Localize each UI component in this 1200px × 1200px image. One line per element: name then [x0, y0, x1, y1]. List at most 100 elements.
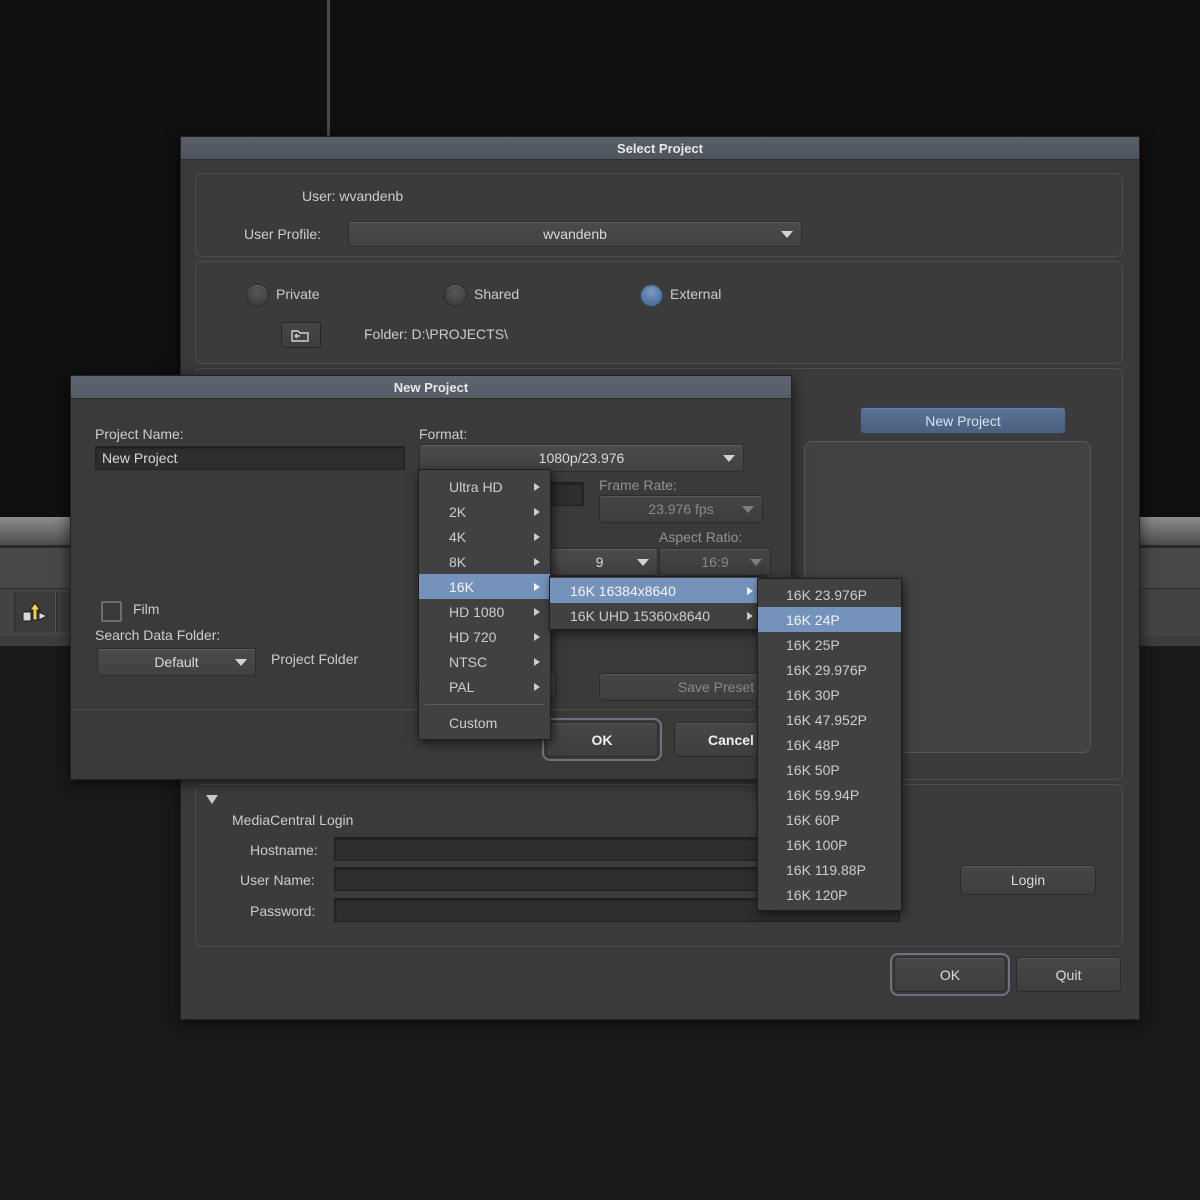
framerate-item-100p[interactable]: 16K 100P: [758, 832, 901, 857]
mediacentral-login-group: MediaCentral Login Hostname: User Name: …: [195, 784, 1123, 947]
frame-rate-select: 23.976 fps: [599, 495, 763, 523]
project-name-input[interactable]: New Project: [95, 446, 405, 470]
folder-path-label: Folder: D:\PROJECTS\: [364, 326, 508, 342]
chevron-right-icon: [534, 657, 540, 666]
framerate-item-label: 16K 50P: [786, 761, 840, 778]
new-project-title: New Project: [393, 379, 469, 395]
framerate-item-11988p[interactable]: 16K 119.88P: [758, 857, 901, 882]
chevron-down-icon: [742, 506, 754, 513]
color-space-value: 9: [595, 554, 604, 570]
menu-item-label: HD 1080: [449, 603, 505, 620]
select-project-quit-label: Quit: [1055, 966, 1082, 983]
format-label: Format:: [419, 426, 468, 442]
framerate-item-23976p[interactable]: 16K 23.976P: [758, 582, 901, 607]
menu-separator: [425, 704, 544, 705]
radio-external[interactable]: [640, 284, 663, 307]
submenu-item-16k-16384x8640[interactable]: 16K 16384x8640: [550, 578, 763, 603]
project-name-value: New Project: [102, 450, 178, 466]
radio-shared-label: Shared: [474, 286, 520, 302]
menu-item-4k[interactable]: 4K: [419, 524, 550, 549]
project-folder-label: Project Folder: [271, 651, 359, 667]
new-project-ok-label: OK: [591, 731, 613, 748]
framerate-submenu[interactable]: 16K 23.976P 16K 24P 16K 25P 16K 29.976P …: [757, 578, 902, 911]
new-project-button[interactable]: New Project: [860, 407, 1066, 434]
aspect-ratio-label: Aspect Ratio:: [659, 529, 743, 545]
password-label: Password:: [250, 903, 316, 919]
menu-item-8k[interactable]: 8K: [419, 549, 550, 574]
format-select[interactable]: 1080p/23.976: [419, 444, 744, 472]
framerate-item-label: 16K 23.976P: [786, 586, 867, 603]
toolbar-import-button[interactable]: [14, 592, 56, 632]
chevron-down-icon: [637, 559, 649, 566]
browse-folder-button[interactable]: [281, 322, 321, 348]
chevron-right-icon: [747, 611, 753, 620]
framerate-item-60p[interactable]: 16K 60P: [758, 807, 901, 832]
framerate-item-label: 16K 48P: [786, 736, 840, 753]
frame-rate-label: Frame Rate:: [599, 477, 677, 493]
user-profile-value: wvandenb: [543, 226, 607, 242]
new-project-ok-button[interactable]: OK: [542, 718, 662, 761]
login-button[interactable]: Login: [960, 865, 1096, 895]
resolution-submenu[interactable]: 16K 16384x8640 16K UHD 15360x8640: [549, 576, 764, 630]
menu-item-label: 4K: [449, 528, 467, 545]
menu-item-custom[interactable]: Custom: [419, 710, 550, 735]
user-label: User: wvandenb: [302, 188, 404, 204]
search-data-folder-value: Default: [154, 654, 199, 670]
menu-item-label: Custom: [449, 714, 498, 731]
aspect-ratio-value: 16:9: [701, 554, 729, 570]
chevron-down-icon: [235, 659, 247, 666]
menu-item-pal[interactable]: PAL: [419, 674, 550, 699]
select-project-quit-button[interactable]: Quit: [1016, 957, 1121, 992]
select-project-ok-button[interactable]: OK: [890, 953, 1010, 996]
framerate-item-label: 16K 29.976P: [786, 661, 867, 678]
chevron-right-icon: [747, 586, 753, 595]
new-project-button-label: New Project: [925, 412, 1001, 429]
chevron-right-icon: [534, 557, 540, 566]
framerate-item-29976p[interactable]: 16K 29.976P: [758, 657, 901, 682]
framerate-item-label: 16K 120P: [786, 886, 848, 903]
menu-item-hd-1080[interactable]: HD 1080: [419, 599, 550, 624]
submenu-item-16k-uhd-15360x8640[interactable]: 16K UHD 15360x8640: [550, 603, 763, 628]
menu-item-label: HD 720: [449, 628, 497, 645]
chevron-right-icon: [534, 632, 540, 641]
film-checkbox[interactable]: [101, 601, 122, 622]
framerate-item-label: 16K 24P: [786, 611, 840, 628]
submenu-item-label: 16K UHD 15360x8640: [570, 607, 711, 624]
search-data-folder-select[interactable]: Default: [97, 648, 256, 676]
menu-item-hd-720[interactable]: HD 720: [419, 624, 550, 649]
frame-rate-value: 23.976 fps: [648, 501, 714, 517]
radio-private[interactable]: [246, 284, 269, 307]
format-value: 1080p/23.976: [538, 450, 625, 466]
select-project-titlebar[interactable]: Select Project: [181, 137, 1139, 160]
chevron-right-icon: [534, 532, 540, 541]
user-group: User: wvandenb User Profile: wvandenb: [195, 173, 1123, 257]
menu-item-16k[interactable]: 16K: [419, 574, 550, 599]
framerate-item-label: 16K 30P: [786, 686, 840, 703]
framerate-item-50p[interactable]: 16K 50P: [758, 757, 901, 782]
chevron-down-icon: [723, 455, 735, 462]
framerate-item-47952p[interactable]: 16K 47.952P: [758, 707, 901, 732]
radio-shared[interactable]: [444, 284, 467, 307]
format-dropdown-menu[interactable]: Ultra HD 2K 4K 8K 16K HD 1080 HD 720 NTS…: [418, 469, 551, 740]
framerate-item-120p[interactable]: 16K 120P: [758, 882, 901, 907]
search-data-folder-label: Search Data Folder:: [95, 627, 221, 643]
triangle-down-icon[interactable]: [206, 795, 218, 804]
new-project-titlebar[interactable]: New Project: [71, 376, 791, 399]
framerate-item-30p[interactable]: 16K 30P: [758, 682, 901, 707]
menu-item-label: 8K: [449, 553, 467, 570]
chevron-right-icon: [534, 582, 540, 591]
menu-item-ultra-hd[interactable]: Ultra HD: [419, 474, 550, 499]
menu-item-ntsc[interactable]: NTSC: [419, 649, 550, 674]
chevron-down-icon: [750, 559, 762, 566]
folder-open-icon: [291, 329, 309, 342]
framerate-item-48p[interactable]: 16K 48P: [758, 732, 901, 757]
framerate-item-25p[interactable]: 16K 25P: [758, 632, 901, 657]
framerate-item-5994p[interactable]: 16K 59.94P: [758, 782, 901, 807]
menu-item-2k[interactable]: 2K: [419, 499, 550, 524]
username-label: User Name:: [240, 872, 315, 888]
user-profile-select[interactable]: wvandenb: [348, 221, 802, 247]
color-space-select[interactable]: 9: [541, 548, 658, 576]
menu-item-label: Ultra HD: [449, 478, 503, 495]
framerate-item-label: 16K 60P: [786, 811, 840, 828]
framerate-item-24p[interactable]: 16K 24P: [758, 607, 901, 632]
